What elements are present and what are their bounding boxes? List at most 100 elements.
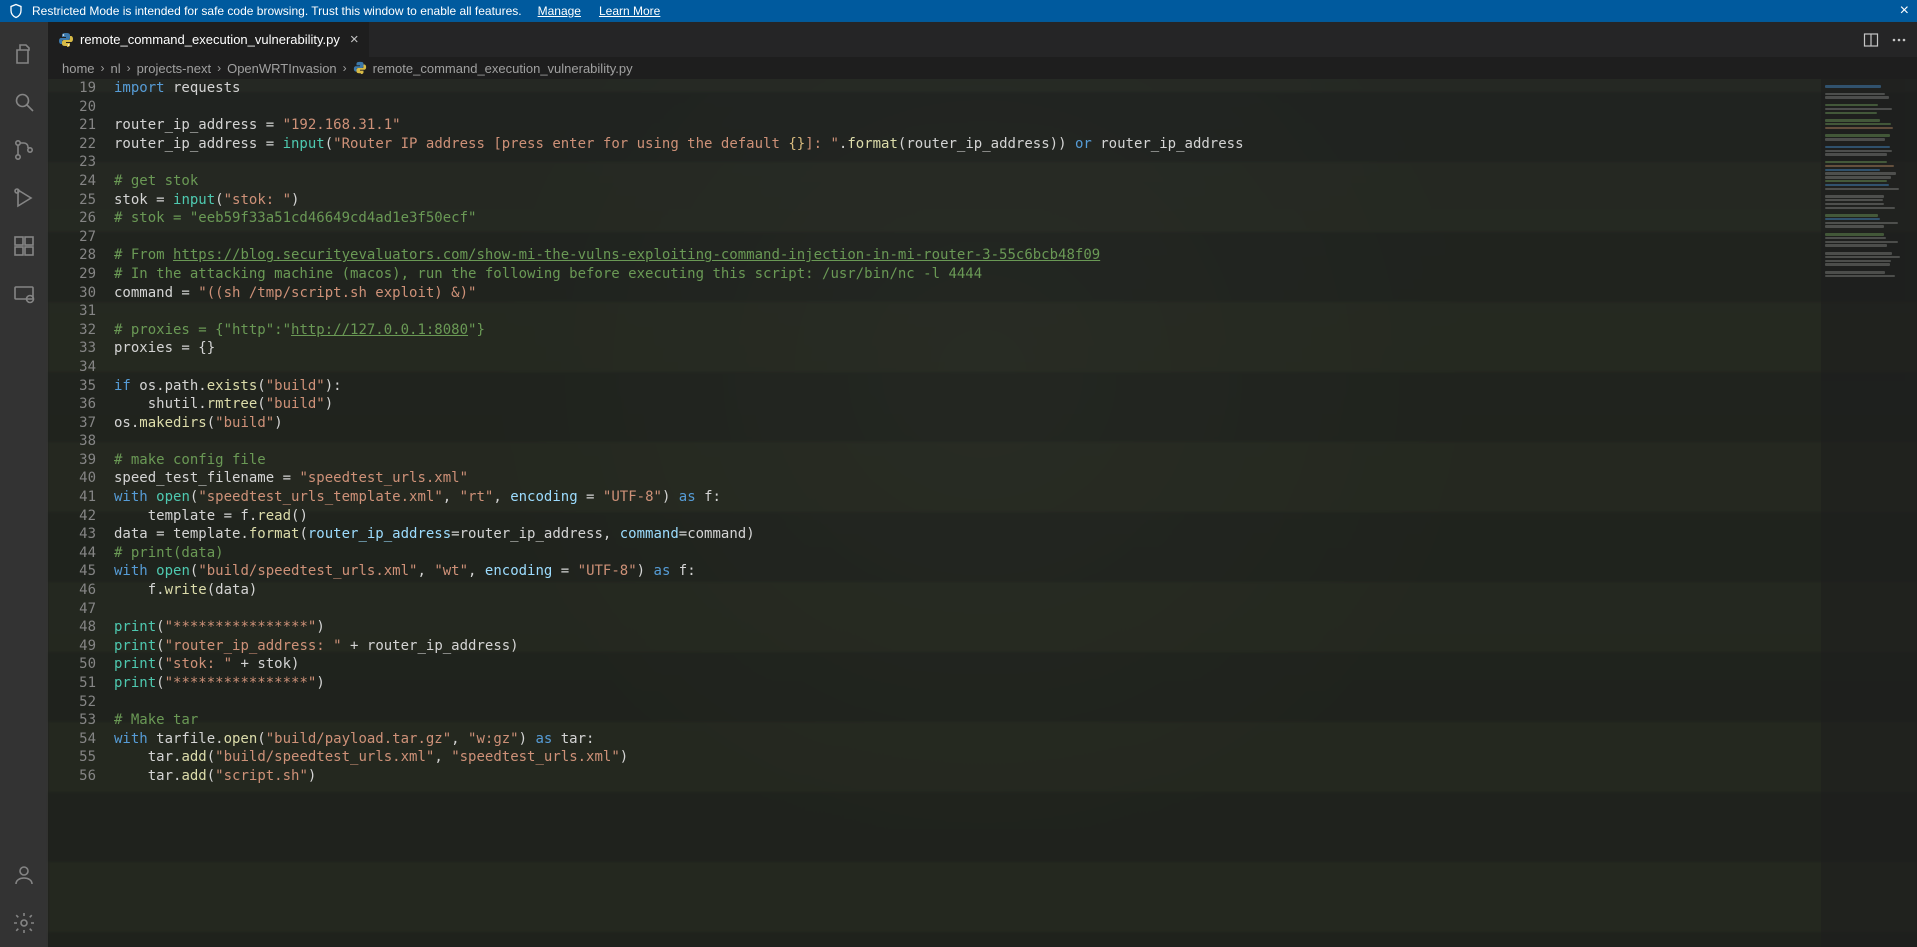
breadcrumb-segment[interactable]: home <box>62 61 95 76</box>
code-line[interactable]: # stok = "eeb59f33a51cd46649cd4ad1e3f50e… <box>114 209 1821 228</box>
code-editor[interactable]: import requests router_ip_address = "192… <box>114 79 1821 947</box>
breadcrumb-segment[interactable]: OpenWRTInvasion <box>227 61 337 76</box>
shield-icon <box>8 3 24 19</box>
extensions-icon[interactable] <box>0 222 48 270</box>
line-number: 51 <box>48 674 96 693</box>
code-line[interactable]: proxies = {} <box>114 339 1821 358</box>
line-number: 52 <box>48 693 96 712</box>
code-line[interactable]: router_ip_address = "192.168.31.1" <box>114 116 1821 135</box>
code-line[interactable]: # From https://blog.securityevaluators.c… <box>114 246 1821 265</box>
tab-label: remote_command_execution_vulnerability.p… <box>80 32 340 47</box>
remote-icon[interactable] <box>0 270 48 318</box>
code-line[interactable]: if os.path.exists("build"): <box>114 377 1821 396</box>
run-debug-icon[interactable] <box>0 174 48 222</box>
line-number: 31 <box>48 302 96 321</box>
minimap[interactable] <box>1821 79 1917 947</box>
tab-close-button[interactable]: × <box>350 31 359 48</box>
chevron-right-icon: › <box>343 61 347 75</box>
line-number: 54 <box>48 730 96 749</box>
code-line[interactable] <box>114 302 1821 321</box>
banner-message: Restricted Mode is intended for safe cod… <box>32 4 522 18</box>
accounts-icon[interactable] <box>0 851 48 899</box>
breadcrumb-file[interactable]: remote_command_execution_vulnerability.p… <box>373 61 633 76</box>
editor-area: remote_command_execution_vulnerability.p… <box>48 22 1917 947</box>
breadcrumbs[interactable]: home›nl›projects-next›OpenWRTInvasion›re… <box>48 57 1917 79</box>
line-number: 56 <box>48 767 96 786</box>
code-line[interactable]: # make config file <box>114 451 1821 470</box>
code-line[interactable] <box>114 432 1821 451</box>
code-line[interactable]: os.makedirs("build") <box>114 414 1821 433</box>
code-line[interactable]: f.write(data) <box>114 581 1821 600</box>
tab-file[interactable]: remote_command_execution_vulnerability.p… <box>48 22 370 57</box>
chevron-right-icon: › <box>101 61 105 75</box>
banner-close-button[interactable]: × <box>1900 3 1909 19</box>
line-number: 47 <box>48 600 96 619</box>
code-line[interactable]: with tarfile.open("build/payload.tar.gz"… <box>114 730 1821 749</box>
line-number: 46 <box>48 581 96 600</box>
code-line[interactable]: tar.add("build/speedtest_urls.xml", "spe… <box>114 748 1821 767</box>
code-line[interactable] <box>114 693 1821 712</box>
code-line[interactable]: template = f.read() <box>114 507 1821 526</box>
code-line[interactable]: # Make tar <box>114 711 1821 730</box>
code-line[interactable]: shutil.rmtree("build") <box>114 395 1821 414</box>
breadcrumb-segment[interactable]: nl <box>111 61 121 76</box>
code-line[interactable]: speed_test_filename = "speedtest_urls.xm… <box>114 469 1821 488</box>
code-line[interactable] <box>114 98 1821 117</box>
code-line[interactable]: with open("build/speedtest_urls.xml", "w… <box>114 562 1821 581</box>
code-line[interactable]: router_ip_address = input("Router IP add… <box>114 135 1821 154</box>
restricted-mode-banner: Restricted Mode is intended for safe cod… <box>0 0 1917 22</box>
banner-manage-link[interactable]: Manage <box>538 4 581 18</box>
line-number: 26 <box>48 209 96 228</box>
code-line[interactable]: stok = input("stok: ") <box>114 191 1821 210</box>
line-number: 30 <box>48 284 96 303</box>
chevron-right-icon: › <box>217 61 221 75</box>
line-number: 33 <box>48 339 96 358</box>
code-line[interactable]: tar.add("script.sh") <box>114 767 1821 786</box>
line-number: 19 <box>48 79 96 98</box>
code-line[interactable]: # proxies = {"http":"http://127.0.0.1:80… <box>114 321 1821 340</box>
breadcrumb-segment[interactable]: projects-next <box>137 61 211 76</box>
code-line[interactable]: print("****************") <box>114 618 1821 637</box>
code-line[interactable]: print("****************") <box>114 674 1821 693</box>
code-line[interactable]: print("router_ip_address: " + router_ip_… <box>114 637 1821 656</box>
line-number-gutter: 1920212223242526272829303132333435363738… <box>48 79 114 947</box>
code-line[interactable]: print("stok: " + stok) <box>114 655 1821 674</box>
line-number: 22 <box>48 135 96 154</box>
code-line[interactable] <box>114 228 1821 247</box>
line-number: 55 <box>48 748 96 767</box>
python-file-icon <box>353 61 367 75</box>
code-line[interactable]: data = template.format(router_ip_address… <box>114 525 1821 544</box>
line-number: 37 <box>48 414 96 433</box>
line-number: 45 <box>48 562 96 581</box>
line-number: 35 <box>48 377 96 396</box>
code-line[interactable] <box>114 600 1821 619</box>
code-line[interactable]: command = "((sh /tmp/script.sh exploit) … <box>114 284 1821 303</box>
code-line[interactable]: # print(data) <box>114 544 1821 563</box>
code-line[interactable] <box>114 358 1821 377</box>
search-icon[interactable] <box>0 78 48 126</box>
line-number: 43 <box>48 525 96 544</box>
line-number: 49 <box>48 637 96 656</box>
split-editor-icon[interactable] <box>1863 32 1879 48</box>
line-number: 48 <box>48 618 96 637</box>
line-number: 25 <box>48 191 96 210</box>
source-control-icon[interactable] <box>0 126 48 174</box>
line-number: 50 <box>48 655 96 674</box>
settings-gear-icon[interactable] <box>0 899 48 947</box>
line-number: 40 <box>48 469 96 488</box>
code-line[interactable]: # get stok <box>114 172 1821 191</box>
banner-learn-more-link[interactable]: Learn More <box>599 4 660 18</box>
line-number: 20 <box>48 98 96 117</box>
editor-actions <box>1863 22 1917 57</box>
code-line[interactable]: import requests <box>114 79 1821 98</box>
line-number: 36 <box>48 395 96 414</box>
more-actions-icon[interactable] <box>1891 32 1907 48</box>
line-number: 29 <box>48 265 96 284</box>
code-line[interactable]: # In the attacking machine (macos), run … <box>114 265 1821 284</box>
line-number: 44 <box>48 544 96 563</box>
line-number: 41 <box>48 488 96 507</box>
code-line[interactable] <box>114 153 1821 172</box>
explorer-icon[interactable] <box>0 30 48 78</box>
line-number: 27 <box>48 228 96 247</box>
code-line[interactable]: with open("speedtest_urls_template.xml",… <box>114 488 1821 507</box>
